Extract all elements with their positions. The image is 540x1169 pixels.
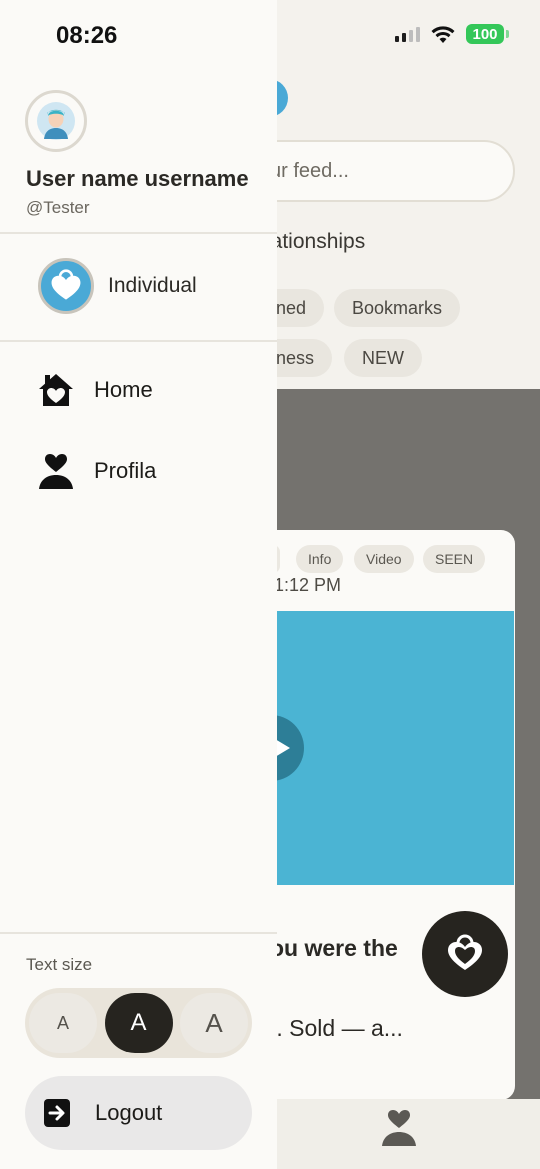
profile-tab-icon[interactable]: [380, 1108, 418, 1146]
individual-account-icon: [38, 258, 94, 314]
post-time: 1:12 PM: [274, 575, 342, 595]
logout-icon: [44, 1099, 70, 1127]
nav-item-profile[interactable]: Profila: [38, 453, 156, 489]
divider: [0, 232, 277, 234]
text-size-small-button[interactable]: A: [29, 993, 97, 1053]
filter-chip-new[interactable]: NEW: [344, 339, 422, 377]
text-size-selector: A A A: [25, 988, 252, 1058]
compose-fab-button[interactable]: [422, 911, 508, 997]
wifi-icon: [431, 26, 455, 43]
divider: [0, 340, 277, 342]
home-heart-icon: [39, 374, 73, 406]
lock-heart-icon: [448, 934, 482, 970]
battery-level: 100: [472, 25, 498, 43]
account-label: Individual: [108, 274, 197, 297]
post-tag-seen: SEEN: [423, 545, 486, 573]
divider: [0, 932, 277, 934]
text-size-label: Text size: [26, 955, 93, 974]
post-tag-video: Video: [354, 545, 414, 573]
cellular-signal-icon: [395, 26, 420, 42]
text-size-large-button[interactable]: A: [180, 993, 248, 1053]
navigation-drawer: 08:26 User name username @Tester Individ…: [0, 0, 277, 1169]
logout-button[interactable]: Logout: [25, 1076, 252, 1150]
post-snippet: t. Sold — a...: [270, 1015, 403, 1041]
section-title: lationships: [266, 230, 366, 253]
user-name: User name username: [26, 166, 249, 191]
post-tag-info: Info: [296, 545, 344, 573]
avatar[interactable]: [25, 90, 87, 152]
nav-label-profile: Profila: [94, 458, 157, 483]
text-size-medium-button[interactable]: A: [104, 993, 173, 1053]
lock-heart-icon: [51, 269, 81, 300]
search-placeholder: ur feed...: [270, 159, 349, 182]
nav-label-home: Home: [94, 377, 153, 402]
profile-heart-icon: [39, 454, 73, 489]
avatar-person-icon: [37, 102, 75, 140]
nav-item-home[interactable]: Home: [38, 372, 153, 408]
post-title: ou were the: [270, 935, 398, 961]
user-handle: @Tester: [26, 198, 90, 217]
battery-indicator: 100: [466, 24, 509, 44]
status-time: 08:26: [56, 22, 118, 49]
logout-label: Logout: [95, 1100, 163, 1125]
filter-chip-bookmarks[interactable]: Bookmarks: [334, 289, 461, 327]
account-switcher[interactable]: Individual: [38, 258, 197, 314]
status-bar-icons: 100: [395, 24, 509, 44]
